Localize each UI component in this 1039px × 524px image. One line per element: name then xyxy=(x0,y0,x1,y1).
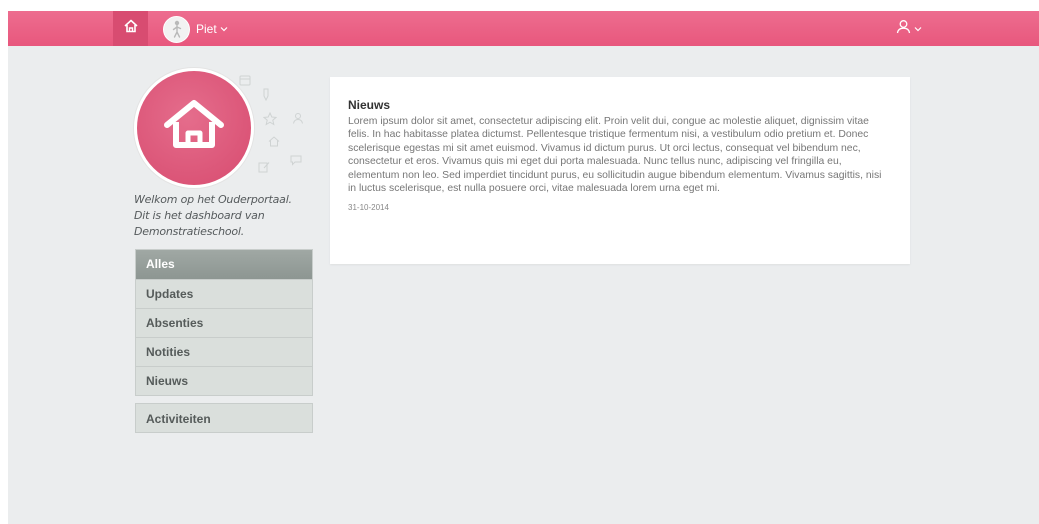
news-title: Nieuws xyxy=(348,98,391,112)
dashboard-badge xyxy=(134,68,254,188)
news-body: Lorem ipsum dolor sit amet, consectetur … xyxy=(348,116,882,195)
filter-item-absenties[interactable]: Absenties xyxy=(136,308,312,337)
timeline-filter-list: Alles Updates Absenties Notities Nieuws xyxy=(135,249,313,396)
welcome-message: Welkom op het Ouderportaal. Dit is het d… xyxy=(134,192,324,240)
chevron-down-icon xyxy=(914,26,922,32)
account-menu[interactable] xyxy=(896,19,922,39)
user-name: Piet xyxy=(196,22,217,36)
pen-icon xyxy=(260,88,272,107)
filter-item-nieuws[interactable]: Nieuws xyxy=(136,366,312,395)
chat-icon xyxy=(290,153,302,171)
edit-icon xyxy=(258,160,270,178)
welcome-illustration xyxy=(134,68,334,200)
star-icon xyxy=(262,111,278,131)
filter-item-notities[interactable]: Notities xyxy=(136,337,312,366)
welcome-line: Demonstratieschool. xyxy=(134,225,245,238)
home-icon xyxy=(123,18,139,39)
home-outline-icon xyxy=(268,134,280,152)
person-icon xyxy=(292,111,304,129)
home-button[interactable] xyxy=(113,11,148,46)
chevron-down-icon xyxy=(220,26,228,32)
welcome-line: Welkom op het Ouderportaal. xyxy=(134,193,292,206)
filter-item-alles[interactable]: Alles xyxy=(136,250,312,279)
welcome-line: Dit is het dashboard van xyxy=(134,209,265,222)
news-date: 31-10-2014 xyxy=(348,203,389,213)
top-navigation-bar: Piet xyxy=(8,11,1039,46)
app-frame: Piet Welkom op het Ouderportaal. Dit is … xyxy=(8,11,1039,524)
avatar xyxy=(163,15,190,43)
user-menu[interactable]: Piet xyxy=(163,15,228,43)
user-icon xyxy=(896,19,911,39)
news-card: Nieuws Lorem ipsum dolor sit amet, conse… xyxy=(330,77,910,264)
home-icon xyxy=(163,98,225,159)
filter-item-updates[interactable]: Updates xyxy=(136,279,312,308)
calendar-icon xyxy=(239,73,251,91)
activities-button[interactable]: Activiteiten xyxy=(135,403,313,433)
